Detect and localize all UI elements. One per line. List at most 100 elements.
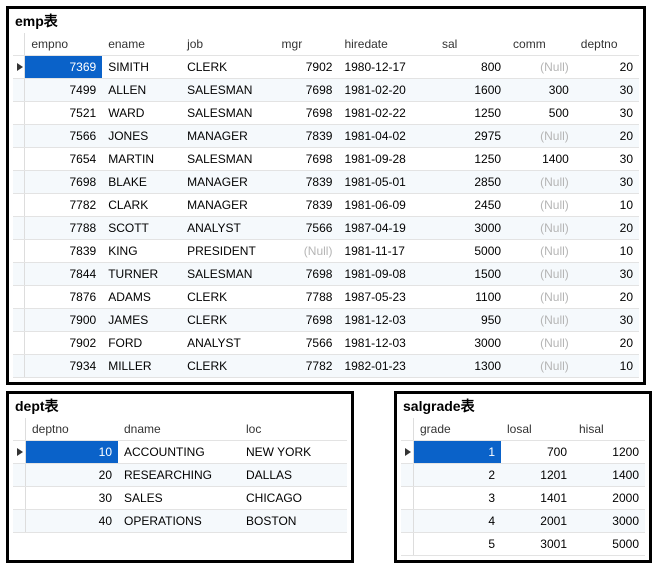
cell-hiredate[interactable]: 1987-05-23 — [338, 286, 436, 309]
col-header-losal[interactable]: losal — [501, 418, 573, 441]
cell-mgr[interactable]: 7698 — [276, 102, 339, 125]
cell-hiredate[interactable]: 1987-04-19 — [338, 217, 436, 240]
cell-losal[interactable]: 3001 — [501, 533, 573, 556]
table-row[interactable]: 40OPERATIONSBOSTON — [13, 510, 347, 533]
cell-grade[interactable]: 5 — [414, 533, 502, 556]
cell-hisal[interactable]: 1200 — [573, 441, 645, 464]
col-header-sal[interactable]: sal — [436, 33, 507, 56]
col-header-hiredate[interactable]: hiredate — [338, 33, 436, 56]
cell-deptno[interactable]: 30 — [575, 309, 639, 332]
cell-mgr[interactable]: 7566 — [276, 217, 339, 240]
table-row[interactable]: 7788SCOTTANALYST75661987-04-193000(Null)… — [13, 217, 639, 240]
cell-comm[interactable]: 300 — [507, 79, 575, 102]
cell-mgr[interactable]: 7698 — [276, 309, 339, 332]
cell-deptno[interactable]: 30 — [575, 263, 639, 286]
cell-ename[interactable]: BLAKE — [102, 171, 181, 194]
cell-dname[interactable]: ACCOUNTING — [118, 441, 240, 464]
cell-empno[interactable]: 7499 — [25, 79, 102, 102]
cell-hiredate[interactable]: 1981-04-02 — [338, 125, 436, 148]
cell-hiredate[interactable]: 1981-11-17 — [338, 240, 436, 263]
cell-comm[interactable]: (Null) — [507, 56, 575, 79]
cell-empno[interactable]: 7902 — [25, 332, 102, 355]
cell-comm[interactable]: (Null) — [507, 171, 575, 194]
col-header-empno[interactable]: empno — [25, 33, 102, 56]
emp-table[interactable]: empnoenamejobmgrhiredatesalcommdeptno 73… — [13, 33, 639, 378]
cell-loc[interactable]: CHICAGO — [240, 487, 347, 510]
salgrade-table[interactable]: gradelosalhisal 170012002120114003140120… — [401, 418, 645, 556]
cell-sal[interactable]: 5000 — [436, 240, 507, 263]
cell-loc[interactable]: DALLAS — [240, 464, 347, 487]
cell-sal[interactable]: 2975 — [436, 125, 507, 148]
table-row[interactable]: 7934MILLERCLERK77821982-01-231300(Null)1… — [13, 355, 639, 378]
cell-ename[interactable]: MARTIN — [102, 148, 181, 171]
cell-job[interactable]: PRESIDENT — [181, 240, 275, 263]
cell-deptno[interactable]: 20 — [26, 464, 119, 487]
col-header-deptno[interactable]: deptno — [26, 418, 119, 441]
cell-ename[interactable]: JAMES — [102, 309, 181, 332]
cell-grade[interactable]: 2 — [414, 464, 502, 487]
cell-comm[interactable]: (Null) — [507, 286, 575, 309]
cell-deptno[interactable]: 30 — [575, 79, 639, 102]
cell-deptno[interactable]: 20 — [575, 56, 639, 79]
cell-empno[interactable]: 7844 — [25, 263, 102, 286]
cell-ename[interactable]: WARD — [102, 102, 181, 125]
cell-comm[interactable]: (Null) — [507, 217, 575, 240]
cell-dname[interactable]: RESEARCHING — [118, 464, 240, 487]
cell-sal[interactable]: 1250 — [436, 102, 507, 125]
table-row[interactable]: 7902FORDANALYST75661981-12-033000(Null)2… — [13, 332, 639, 355]
cell-job[interactable]: CLERK — [181, 286, 275, 309]
col-header-deptno[interactable]: deptno — [575, 33, 639, 56]
cell-dname[interactable]: SALES — [118, 487, 240, 510]
cell-sal[interactable]: 1100 — [436, 286, 507, 309]
cell-hiredate[interactable]: 1981-12-03 — [338, 309, 436, 332]
cell-loc[interactable]: NEW YORK — [240, 441, 347, 464]
cell-hiredate[interactable]: 1981-06-09 — [338, 194, 436, 217]
cell-sal[interactable]: 800 — [436, 56, 507, 79]
dept-table[interactable]: deptnodnameloc 10ACCOUNTINGNEW YORK20RES… — [13, 418, 347, 533]
cell-ename[interactable]: ALLEN — [102, 79, 181, 102]
table-row[interactable]: 20RESEARCHINGDALLAS — [13, 464, 347, 487]
cell-losal[interactable]: 700 — [501, 441, 573, 464]
cell-sal[interactable]: 1500 — [436, 263, 507, 286]
col-header-mgr[interactable]: mgr — [276, 33, 339, 56]
cell-mgr[interactable]: 7839 — [276, 194, 339, 217]
cell-hiredate[interactable]: 1981-09-08 — [338, 263, 436, 286]
table-row[interactable]: 7499ALLENSALESMAN76981981-02-20160030030 — [13, 79, 639, 102]
cell-mgr[interactable]: 7566 — [276, 332, 339, 355]
table-row[interactable]: 7782CLARKMANAGER78391981-06-092450(Null)… — [13, 194, 639, 217]
table-row[interactable]: 10ACCOUNTINGNEW YORK — [13, 441, 347, 464]
cell-mgr[interactable]: 7839 — [276, 171, 339, 194]
cell-job[interactable]: CLERK — [181, 309, 275, 332]
cell-sal[interactable]: 3000 — [436, 332, 507, 355]
col-header-grade[interactable]: grade — [414, 418, 502, 441]
cell-hiredate[interactable]: 1981-02-22 — [338, 102, 436, 125]
cell-empno[interactable]: 7900 — [25, 309, 102, 332]
cell-empno[interactable]: 7521 — [25, 102, 102, 125]
cell-deptno[interactable]: 30 — [575, 148, 639, 171]
cell-empno[interactable]: 7934 — [25, 355, 102, 378]
cell-deptno[interactable]: 10 — [26, 441, 119, 464]
cell-deptno[interactable]: 10 — [575, 194, 639, 217]
cell-grade[interactable]: 3 — [414, 487, 502, 510]
cell-ename[interactable]: TURNER — [102, 263, 181, 286]
cell-ename[interactable]: SIMITH — [102, 56, 181, 79]
cell-job[interactable]: ANALYST — [181, 217, 275, 240]
cell-mgr[interactable]: (Null) — [276, 240, 339, 263]
cell-mgr[interactable]: 7839 — [276, 125, 339, 148]
cell-comm[interactable]: (Null) — [507, 309, 575, 332]
cell-comm[interactable]: 1400 — [507, 148, 575, 171]
cell-sal[interactable]: 1600 — [436, 79, 507, 102]
col-header-comm[interactable]: comm — [507, 33, 575, 56]
cell-empno[interactable]: 7654 — [25, 148, 102, 171]
col-header-dname[interactable]: dname — [118, 418, 240, 441]
cell-ename[interactable]: SCOTT — [102, 217, 181, 240]
cell-deptno[interactable]: 40 — [26, 510, 119, 533]
cell-deptno[interactable]: 30 — [575, 102, 639, 125]
cell-job[interactable]: SALESMAN — [181, 102, 275, 125]
cell-job[interactable]: SALESMAN — [181, 148, 275, 171]
cell-job[interactable]: MANAGER — [181, 125, 275, 148]
table-row[interactable]: 7876ADAMSCLERK77881987-05-231100(Null)20 — [13, 286, 639, 309]
cell-empno[interactable]: 7566 — [25, 125, 102, 148]
col-header-hisal[interactable]: hisal — [573, 418, 645, 441]
cell-comm[interactable]: (Null) — [507, 263, 575, 286]
